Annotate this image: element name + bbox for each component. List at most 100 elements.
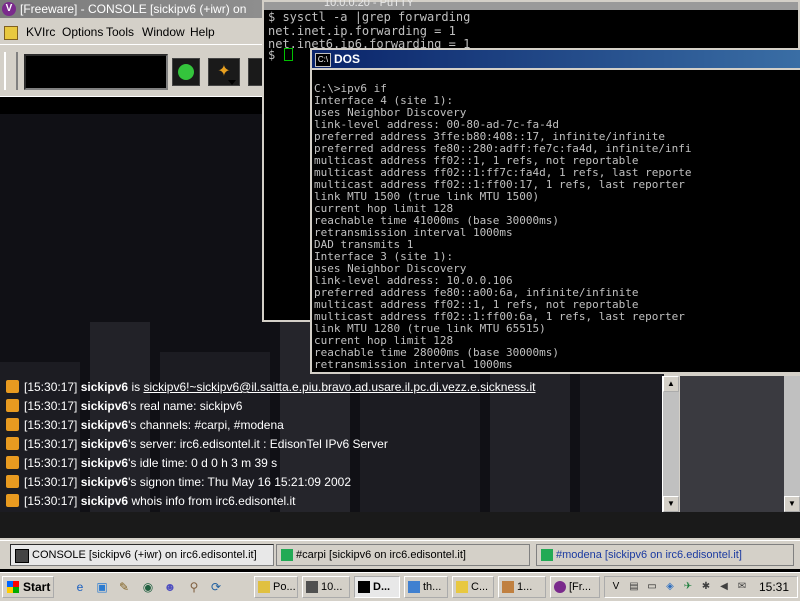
- taskbar-button-label: [Fr...: [569, 581, 591, 593]
- list-item: [15:30:17] sickipv6's signon time: Thu M…: [0, 473, 660, 492]
- whois-icon: [6, 399, 19, 412]
- message-text: 's server: irc6.edisontel.it : EdisonTel…: [128, 437, 388, 451]
- menu-options[interactable]: Options: [62, 25, 103, 39]
- menu-kvirc[interactable]: KVIrc: [26, 25, 55, 39]
- network-icon[interactable]: ▤: [627, 580, 641, 594]
- search-icon[interactable]: ⚲: [186, 579, 202, 595]
- message-time: [15:30:17]: [24, 456, 78, 470]
- clock[interactable]: 15:31: [759, 580, 789, 594]
- scroll-down-icon[interactable]: ▼: [784, 496, 800, 512]
- list-item: [15:30:17] sickipv6's channels: #carpi, …: [0, 416, 660, 435]
- toolbar-status-display: [24, 54, 168, 90]
- app-icon: [258, 581, 270, 593]
- power-icon: [178, 64, 194, 80]
- kvirc-title-text: [Freeware] - CONSOLE [sickipv6 (+iwr) on: [20, 2, 247, 16]
- menu-window[interactable]: Window: [142, 25, 185, 39]
- console-scrollbar[interactable]: ▲ ▼: [662, 376, 679, 512]
- channel-icon: [541, 549, 553, 561]
- taskbar-button-label: 10...: [321, 581, 343, 593]
- dos-title-text: DOS: [334, 52, 361, 66]
- speaker-icon[interactable]: ◀: [717, 580, 731, 594]
- message-nick[interactable]: sickipv6: [81, 475, 128, 489]
- taskbar-button-label: D...: [373, 581, 391, 593]
- message-nick[interactable]: sickipv6: [81, 494, 128, 508]
- folder-icon: [456, 581, 468, 593]
- channel-icon: [281, 549, 293, 561]
- scroll-up-icon[interactable]: ▲: [663, 376, 679, 392]
- mail-icon[interactable]: ✉: [735, 580, 749, 594]
- taskbar-button[interactable]: th...: [404, 576, 448, 598]
- kvirc-address-bar: [0, 96, 270, 115]
- list-item: [15:30:17] sickipv6's idle time: 0 d 0 h…: [0, 454, 660, 473]
- taskbar-button[interactable]: C...: [452, 576, 494, 598]
- connect-button[interactable]: [172, 58, 200, 86]
- message-time: [15:30:17]: [24, 494, 78, 508]
- taskbar-button[interactable]: D...: [354, 576, 400, 598]
- user-list-scrollbar[interactable]: ▼: [784, 376, 800, 512]
- whois-icon: [6, 418, 19, 431]
- taskbar-button[interactable]: 10...: [302, 576, 350, 598]
- dos-output: C:\>ipv6 if Interface 4 (site 1): uses Ne…: [312, 70, 800, 372]
- command-input[interactable]: [0, 512, 800, 538]
- whois-icon: [6, 437, 19, 450]
- app-icon[interactable]: ✈: [681, 580, 695, 594]
- refresh-icon[interactable]: ⟳: [208, 579, 224, 595]
- message-nick[interactable]: sickipv6: [81, 418, 128, 432]
- dos-window: C:\ DOS C:\>ipv6 if Interface 4 (site 1):…: [310, 48, 800, 374]
- kvirc-menu-bar: KVIrc Options Tools Window Help: [0, 22, 270, 42]
- message-time: [15:30:17]: [24, 418, 78, 432]
- internet-explorer-icon[interactable]: e: [72, 579, 88, 595]
- app-icon[interactable]: ✱: [699, 580, 713, 594]
- message-nick[interactable]: sickipv6: [81, 399, 128, 413]
- list-item: [15:30:17] sickipv6's real name: sickipv…: [0, 397, 660, 416]
- terminal-icon[interactable]: ▭: [645, 580, 659, 594]
- message-time: [15:30:17]: [24, 475, 78, 489]
- terminal-line: $ sysctl -a |grep forwarding: [268, 10, 471, 24]
- windows-logo-icon: [7, 581, 19, 593]
- wand-icon: ✦: [217, 63, 231, 80]
- people-icon[interactable]: ☻: [162, 579, 178, 595]
- user-list-panel: [680, 376, 800, 512]
- window-tab-bar: CONSOLE [sickipv6 (+iwr) on irc6.edisont…: [0, 540, 800, 569]
- putty-title-bar[interactable]: 10.0.0.20 - PuTTY: [264, 0, 798, 10]
- tab-label: #carpi [sickipv6 on irc6.edisontel.it]: [296, 549, 466, 561]
- host-link[interactable]: sickipv6!~sickipv6@il.saitta.e.piu.bravo…: [143, 380, 535, 394]
- whois-icon: [6, 456, 19, 469]
- message-time: [15:30:17]: [24, 437, 78, 451]
- notepad-icon[interactable]: ✎: [116, 579, 132, 595]
- taskbar-button-label: C...: [471, 581, 489, 593]
- tab-label: #modena [sickipv6 on irc6.edisontel.it]: [556, 549, 742, 561]
- putty-title-text: 10.0.0.20 - PuTTY: [324, 0, 414, 9]
- taskbar-button[interactable]: Po...: [254, 576, 298, 598]
- scroll-down-icon[interactable]: ▼: [663, 496, 679, 512]
- message-nick[interactable]: sickipv6: [81, 437, 128, 451]
- message-text: whois info from irc6.edisontel.it: [128, 494, 296, 508]
- kvirc-menu-icon[interactable]: [4, 26, 18, 40]
- app-icon[interactable]: ◈: [663, 580, 677, 594]
- menu-help[interactable]: Help: [190, 25, 215, 39]
- menu-tools[interactable]: Tools: [106, 25, 134, 39]
- tab-modena[interactable]: #modena [sickipv6 on irc6.edisontel.it]: [536, 544, 794, 566]
- start-button[interactable]: Start: [2, 576, 54, 598]
- message-text: 's signon time: Thu May 16 15:21:09 2002: [128, 475, 351, 489]
- console-icon: [358, 581, 370, 593]
- taskbar-button[interactable]: 1...: [498, 576, 546, 598]
- desktop-icon[interactable]: ▣: [94, 579, 110, 595]
- language-icon[interactable]: V: [609, 580, 623, 594]
- chevron-down-icon[interactable]: [228, 80, 236, 85]
- terminal-line: retransmission interval 1000ms: [314, 358, 513, 371]
- tab-console[interactable]: CONSOLE [sickipv6 (+iwr) on irc6.edisont…: [10, 544, 274, 566]
- app-icon[interactable]: ◉: [140, 579, 156, 595]
- system-tray: V ▤ ▭ ◈ ✈ ✱ ◀ ✉ 15:31: [604, 576, 798, 598]
- taskbar-button-label: Po...: [273, 581, 296, 593]
- terminal-cursor: [284, 48, 293, 61]
- tab-carpi[interactable]: #carpi [sickipv6 on irc6.edisontel.it]: [276, 544, 530, 566]
- message-text: 's idle time: 0 d 0 h 3 m 39 s: [128, 456, 278, 470]
- list-item: [15:30:17] sickipv6's server: irc6.ediso…: [0, 435, 660, 454]
- message-nick[interactable]: sickipv6: [81, 456, 128, 470]
- whois-icon: [6, 380, 19, 393]
- dos-title-bar[interactable]: C:\ DOS: [312, 50, 800, 68]
- toolbar-grip[interactable]: [4, 52, 18, 90]
- taskbar-button[interactable]: [Fr...: [550, 576, 600, 598]
- message-nick[interactable]: sickipv6: [81, 380, 128, 394]
